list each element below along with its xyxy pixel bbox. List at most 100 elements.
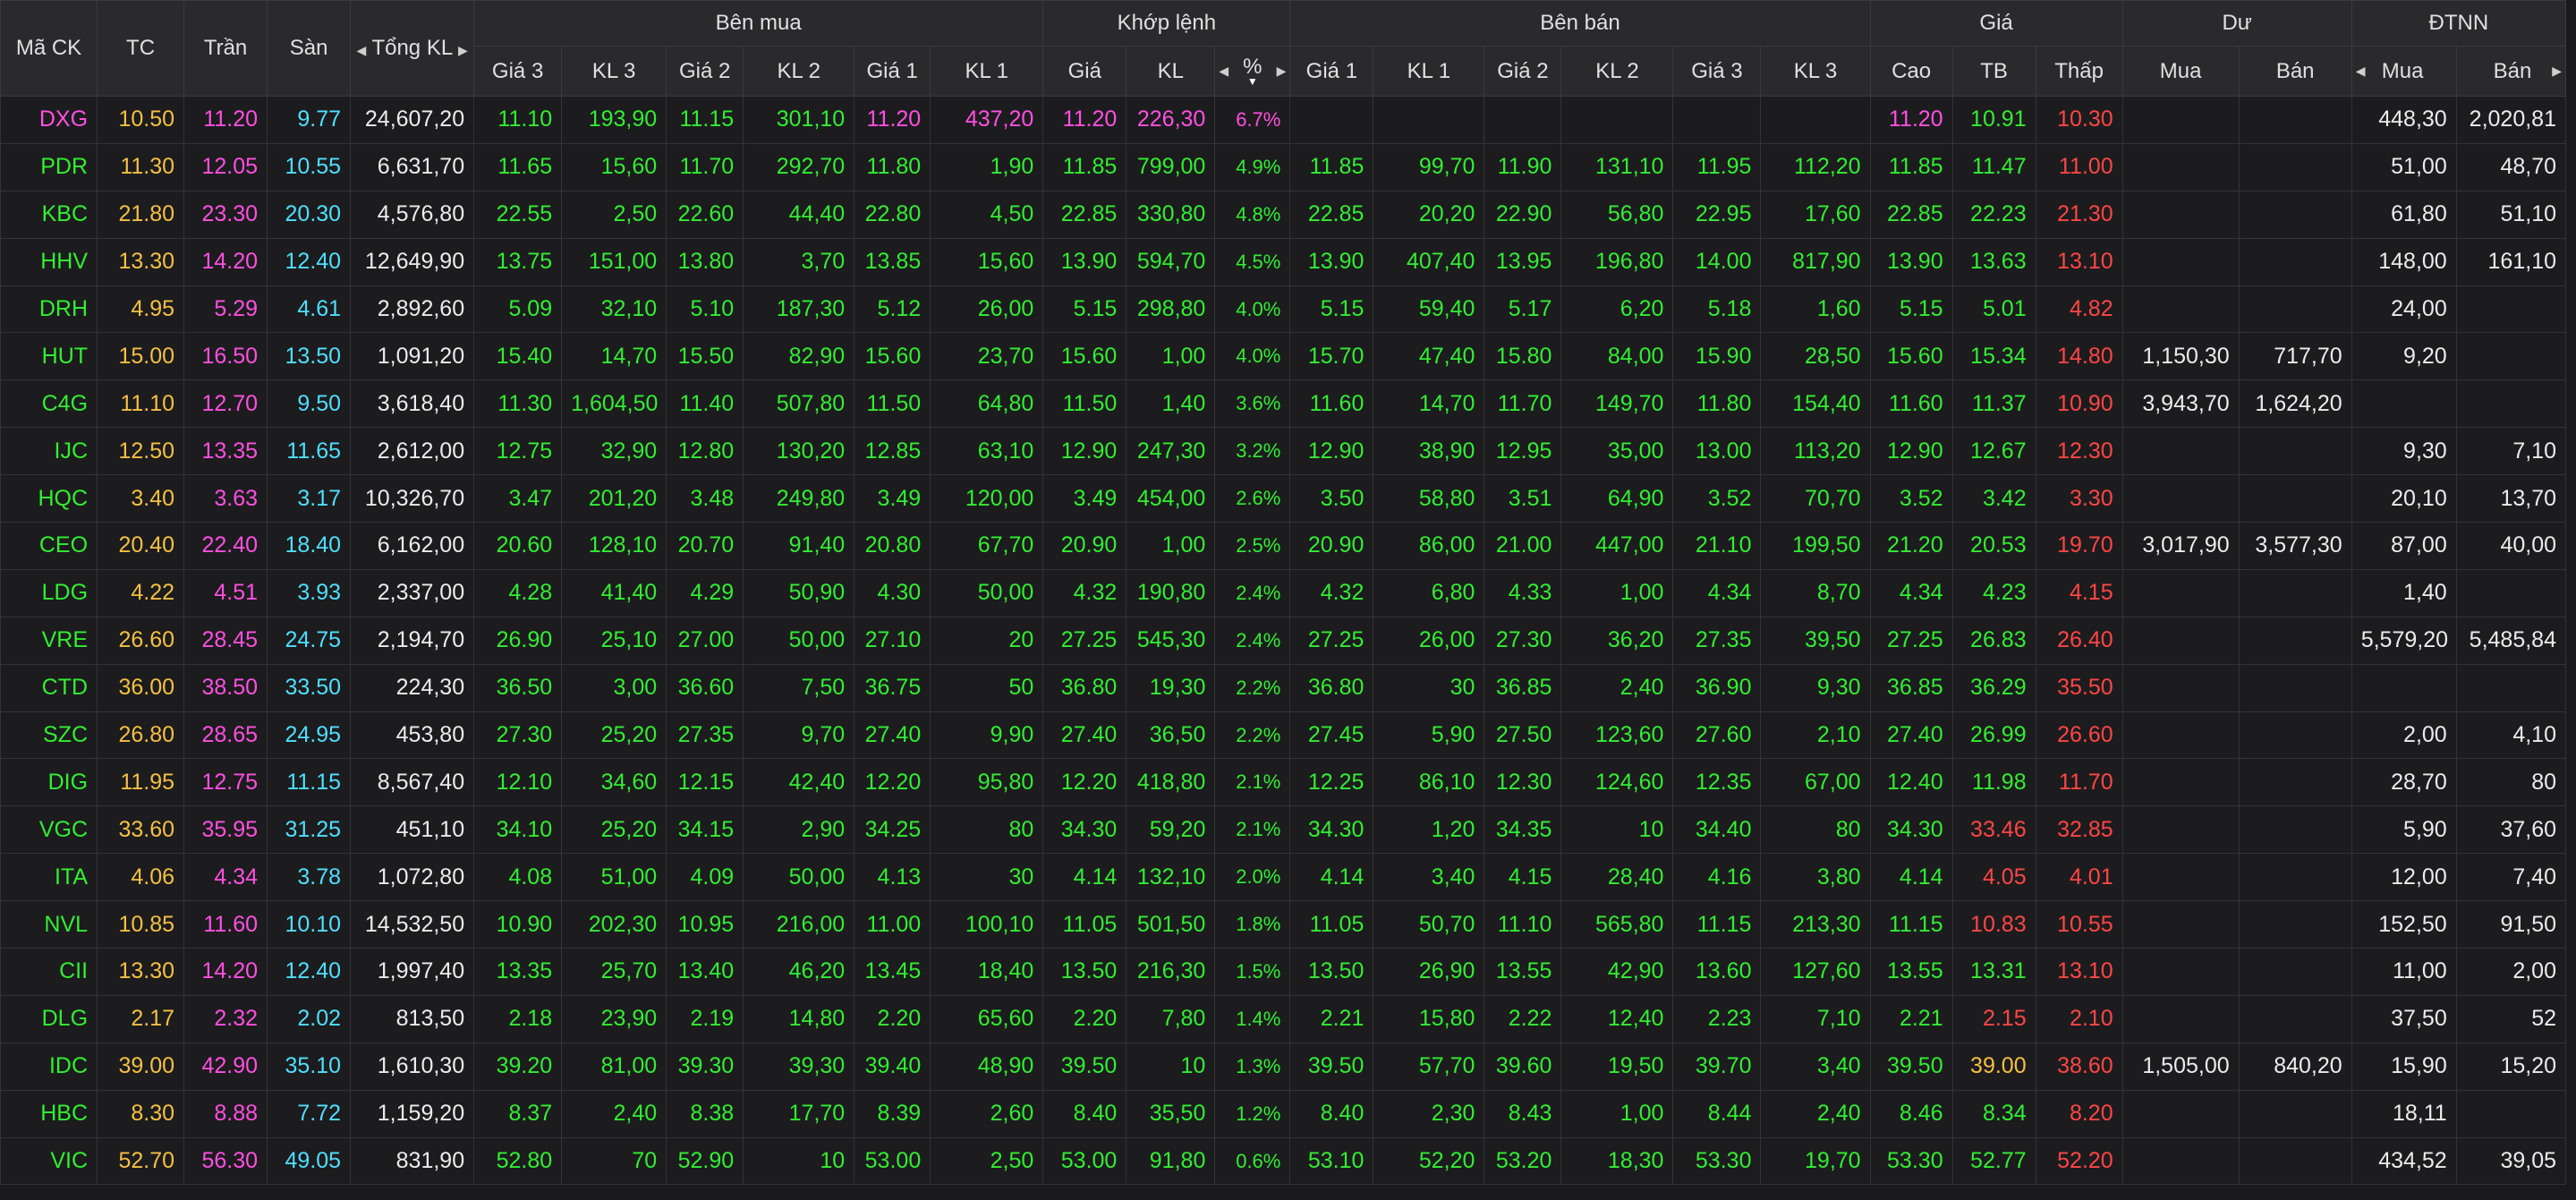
col-foreign-sell-header[interactable]: Bán ▶ [2455,46,2567,97]
symbol-cell[interactable]: DRH [0,285,98,334]
high-price-cell: 39.50 [1869,1042,1953,1091]
table-row[interactable]: CTD 36.00 38.50 33.50 224,30 36.50 3,00 36.60 7,… [0,663,2567,712]
col-ceiling-header[interactable]: Trần [183,0,268,97]
symbol-cell[interactable]: HHV [0,237,98,286]
table-row[interactable]: NVL 10.85 11.60 10.10 14,532,50 10.90 202,30 10… [0,900,2567,949]
symbol-cell[interactable]: ITA [0,853,98,902]
buy-vol1-cell: 23,70 [930,332,1044,381]
symbol-cell[interactable]: HUT [0,332,98,381]
symbol-cell[interactable]: VRE [0,616,98,665]
table-row[interactable]: C4G 11.10 12.70 9.50 3,618,40 11.30 1,604,50 11… [0,379,2567,429]
table-row[interactable]: CEO 20.40 22.40 18.40 6,162,00 20.60 128,10 20.… [0,522,2567,570]
buy-price2-cell: 11.15 [666,96,744,144]
remaining-buy-cell [2121,427,2240,476]
col-remaining-buy-header[interactable]: Mua [2121,46,2240,97]
table-row[interactable]: HUT 15.00 16.50 13.50 1,091,20 15.40 14,70 15.5… [0,332,2567,381]
symbol-cell[interactable]: LDG [0,568,98,617]
symbol-cell[interactable]: DLG [0,994,98,1043]
col-sell-price1-header[interactable]: Giá 1 [1289,46,1374,97]
table-row[interactable]: DRH 4.95 5.29 4.61 2,892,60 5.09 32,10 5.10 187,… [0,285,2567,334]
symbol-cell[interactable]: HQC [0,474,98,523]
col-buy-vol3-header[interactable]: KL 3 [561,46,667,97]
caret-left-icon[interactable]: ◀ [1219,64,1228,79]
col-sell-price3-header[interactable]: Giá 3 [1672,46,1762,97]
col-remaining-sell-header[interactable]: Bán [2238,46,2352,97]
symbol-cell[interactable]: KBC [0,190,98,239]
col-buy-vol2-header[interactable]: KL 2 [743,46,855,97]
sell-price2-cell: 11.70 [1484,379,1562,429]
col-match-price-header[interactable]: Giá [1042,46,1127,97]
table-row[interactable]: SZC 26.80 28.65 24.95 453,80 27.30 25,20 27.35 9… [0,711,2567,760]
col-buy-price3-header[interactable]: Giá 3 [473,46,563,97]
buy-price2-cell: 22.60 [666,190,744,239]
col-low-header[interactable]: Thấp [2035,46,2123,97]
symbol-cell[interactable]: DXG [0,96,98,144]
low-price-cell: 10.30 [2035,96,2123,144]
foreign-sell-cell: 80 [2455,758,2567,807]
table-row[interactable]: HBC 8.30 8.88 7.72 1,159,20 8.37 2,40 8.38 17,70… [0,1089,2567,1138]
symbol-cell[interactable]: PDR [0,142,98,191]
symbol-cell[interactable]: SZC [0,711,98,760]
symbol-cell[interactable]: DIG [0,758,98,807]
table-row[interactable]: PDR 11.30 12.05 10.55 6,631,70 11.65 15,60 11.7… [0,142,2567,191]
table-row[interactable]: VRE 26.60 28.45 24.75 2,194,70 26.90 25,10 27.0… [0,616,2567,665]
symbol-cell[interactable]: CII [0,948,98,996]
caret-right-icon[interactable]: ▶ [1277,64,1287,79]
table-row[interactable]: DLG 2.17 2.32 2.02 813,50 2.18 23,90 2.19 14,80 2… [0,994,2567,1043]
col-avg-header[interactable]: TB [1951,46,2036,97]
col-sell-vol3-header[interactable]: KL 3 [1760,46,1871,97]
high-price-cell: 53.30 [1869,1136,1953,1186]
table-row[interactable]: VIC 52.70 56.30 49.05 831,90 52.80 70 52.90 10 53… [0,1136,2567,1186]
col-sell-vol1-header[interactable]: KL 1 [1373,46,1485,97]
symbol-cell[interactable]: CEO [0,522,98,570]
col-total-volume-header[interactable]: ◀ Tổng KL ▶ [350,0,475,97]
table-row[interactable]: IDC 39.00 42.90 35.10 1,610,30 39.20 81,00 39.3… [0,1042,2567,1091]
table-row[interactable]: IJC 12.50 13.35 11.65 2,612,00 12.75 32,90 12.8… [0,427,2567,476]
col-buy-price2-header[interactable]: Giá 2 [666,46,744,97]
table-row[interactable]: KBC 21.80 23.30 20.30 4,576,80 22.55 2,50 22.60… [0,190,2567,239]
symbol-cell[interactable]: HBC [0,1089,98,1138]
floor-price-cell: 13.50 [267,332,352,381]
col-foreign-buy-header[interactable]: ◀ Mua [2351,46,2457,97]
foreign-sell-cell [2455,285,2567,334]
buy-price3-cell: 12.10 [473,758,563,807]
table-row[interactable]: VGC 33.60 35.95 31.25 451,10 34.10 25,20 34.15 2… [0,805,2567,855]
table-row[interactable]: CII 13.30 14.20 12.40 1,997,40 13.35 25,70 13.4… [0,948,2567,996]
col-buy-vol1-header[interactable]: KL 1 [930,46,1044,97]
symbol-cell[interactable]: VIC [0,1136,98,1186]
col-buy-price1-header[interactable]: Giá 1 [854,46,931,97]
col-match-pct-header[interactable]: ◀ % ▼ ▶ [1214,46,1291,97]
table-row[interactable]: HQC 3.40 3.63 3.17 10,326,70 3.47 201,20 3.48 24… [0,474,2567,523]
match-price-cell: 36.80 [1042,663,1127,712]
buy-price3-cell: 5.09 [473,285,563,334]
low-price-cell: 8.20 [2035,1089,2123,1138]
table-row[interactable]: ITA 4.06 4.34 3.78 1,072,80 4.08 51,00 4.09 50,0… [0,853,2567,902]
col-floor-header[interactable]: Sàn [267,0,352,97]
caret-right-icon[interactable]: ▶ [2552,64,2562,79]
buy-vol2-cell: 46,20 [743,948,855,996]
caret-left-icon[interactable]: ◀ [356,43,366,57]
remaining-buy-cell: 1,505,00 [2121,1042,2240,1091]
buy-vol2-cell: 42,40 [743,758,855,807]
caret-left-icon[interactable]: ◀ [2356,64,2366,79]
table-row[interactable]: DXG 10.50 11.20 9.77 24,607,20 11.10 193,90 11.… [0,96,2567,144]
col-ref-header[interactable]: TC [97,0,185,97]
table-row[interactable]: HHV 13.30 14.20 12.40 12,649,90 13.75 151,00 13… [0,237,2567,286]
table-row[interactable]: LDG 4.22 4.51 3.93 2,337,00 4.28 41,40 4.29 50,9… [0,568,2567,617]
symbol-cell[interactable]: IJC [0,427,98,476]
col-high-header[interactable]: Cao [1869,46,1953,97]
remaining-sell-cell [2238,758,2352,807]
col-symbol-header[interactable]: Mã CK [0,0,98,97]
symbol-cell[interactable]: IDC [0,1042,98,1091]
table-row[interactable]: DIG 11.95 12.75 11.15 8,567,40 12.10 34,60 12.1… [0,758,2567,807]
symbol-cell[interactable]: C4G [0,379,98,429]
col-match-vol-header[interactable]: KL [1126,46,1216,97]
caret-right-icon[interactable]: ▶ [458,43,468,57]
col-sell-price2-header[interactable]: Giá 2 [1484,46,1562,97]
symbol-cell[interactable]: CTD [0,663,98,712]
buy-vol1-cell: 65,60 [930,994,1044,1043]
buy-price1-cell: 5.12 [854,285,931,334]
col-sell-vol2-header[interactable]: KL 2 [1560,46,1674,97]
symbol-cell[interactable]: NVL [0,900,98,949]
symbol-cell[interactable]: VGC [0,805,98,855]
